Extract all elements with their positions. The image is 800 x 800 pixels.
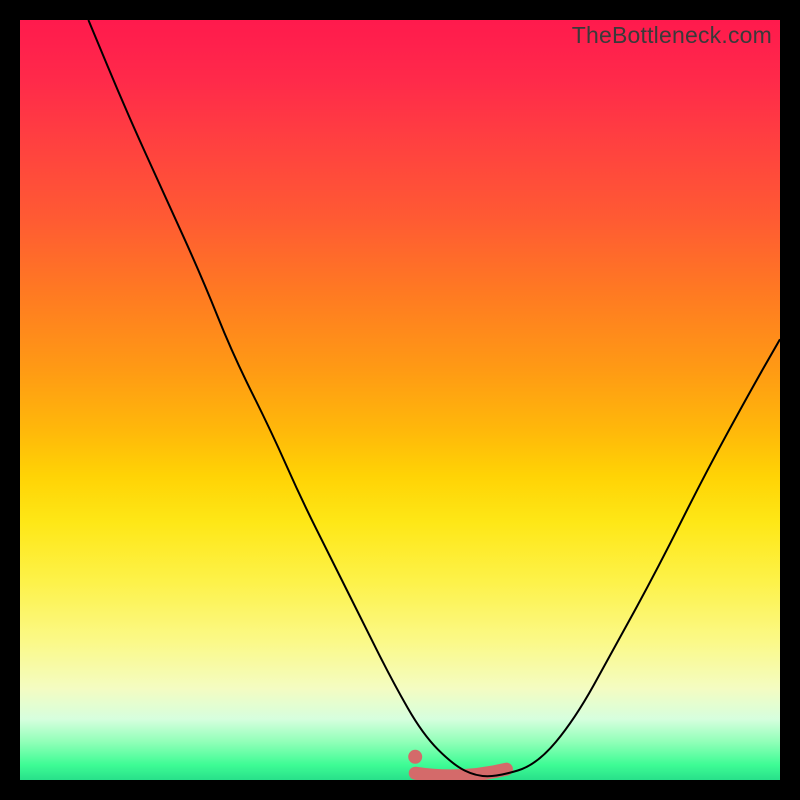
optimal-band <box>415 769 506 776</box>
plot-area: TheBottleneck.com <box>20 20 780 780</box>
watermark-text: TheBottleneck.com <box>572 22 772 49</box>
chart-frame: TheBottleneck.com <box>0 0 800 800</box>
curve-svg <box>20 20 780 780</box>
band-knob <box>408 750 422 764</box>
bottleneck-curve <box>88 20 780 776</box>
